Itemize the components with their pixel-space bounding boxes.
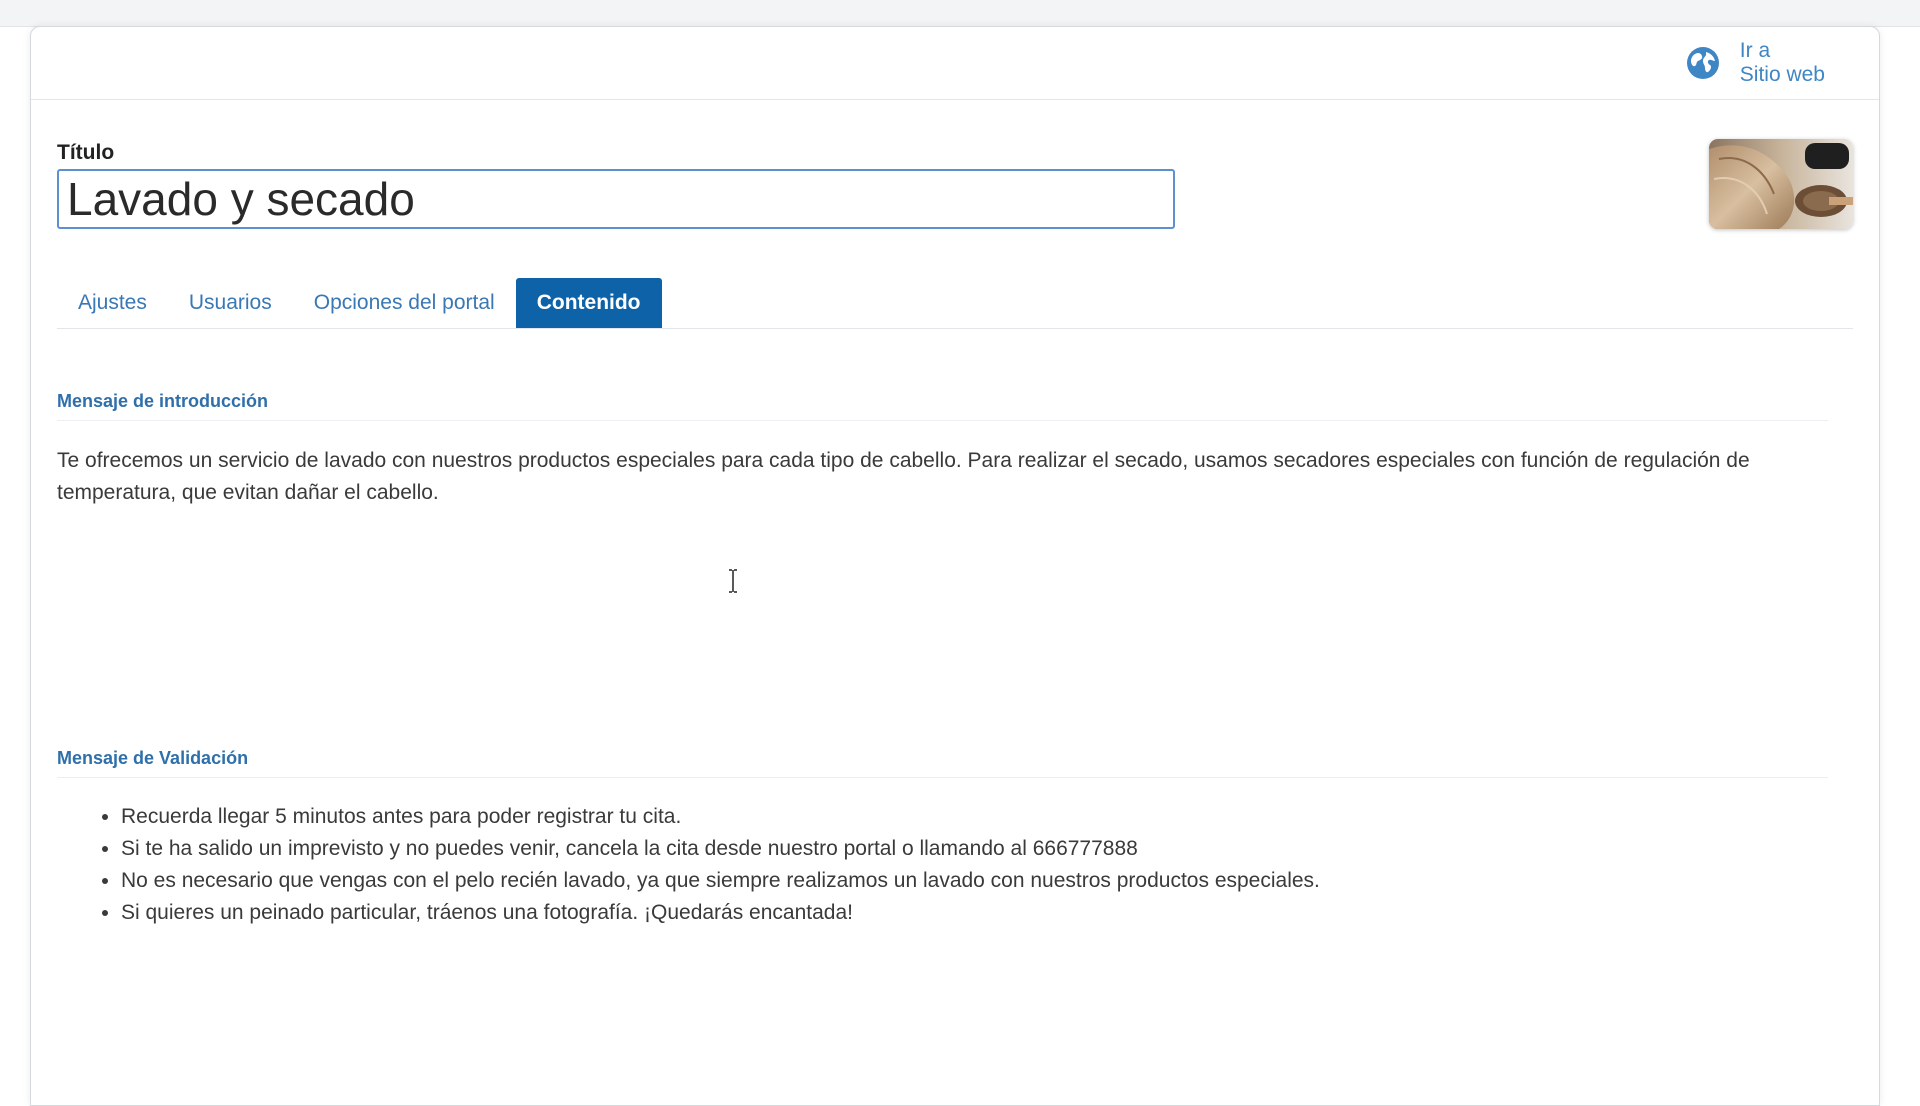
tab-usuarios[interactable]: Usuarios (168, 278, 293, 328)
go-to-website-label: Ir a Sitio web (1740, 39, 1825, 87)
text-cursor-icon (729, 569, 737, 593)
title-label: Título (57, 141, 115, 164)
title-input[interactable] (57, 169, 1175, 229)
panel-header: Ir a Sitio web (31, 27, 1879, 100)
validation-list[interactable]: Recuerda llegar 5 minutos antes para pod… (57, 801, 1861, 929)
editor-panel: Ir a Sitio web Título Lavado y secado Aj… (30, 26, 1880, 1106)
validation-heading: Mensaje de Validación (57, 748, 1828, 778)
website-link-line-2: Sitio web (1739, 63, 1825, 86)
list-item: No es necesario que vengas con el pelo r… (121, 865, 1861, 897)
tab-contenido[interactable]: Contenido (515, 278, 662, 328)
list-item: Si te ha salido un imprevisto y no puede… (121, 833, 1861, 865)
website-link-line-1: Ir a (1739, 39, 1771, 62)
list-item: Si quieres un peinado particular, tráeno… (121, 897, 1861, 929)
intro-heading: Mensaje de introducción (57, 391, 1828, 421)
tab-opciones-portal[interactable]: Opciones del portal (293, 278, 516, 328)
tab-ajustes[interactable]: Ajustes (57, 278, 168, 328)
hair-photo-icon (1709, 139, 1853, 229)
go-to-website-link[interactable]: Ir a Sitio web (1686, 39, 1825, 87)
browser-top-strip (0, 0, 1920, 27)
thumbnail-image[interactable] (1709, 139, 1853, 229)
list-item: Recuerda llegar 5 minutos antes para pod… (121, 801, 1861, 833)
intro-text[interactable]: Te ofrecemos un servicio de lavado con n… (57, 445, 1867, 509)
globe-icon (1686, 47, 1719, 79)
tab-bar: Ajustes Usuarios Opciones del portal Con… (57, 276, 1853, 329)
